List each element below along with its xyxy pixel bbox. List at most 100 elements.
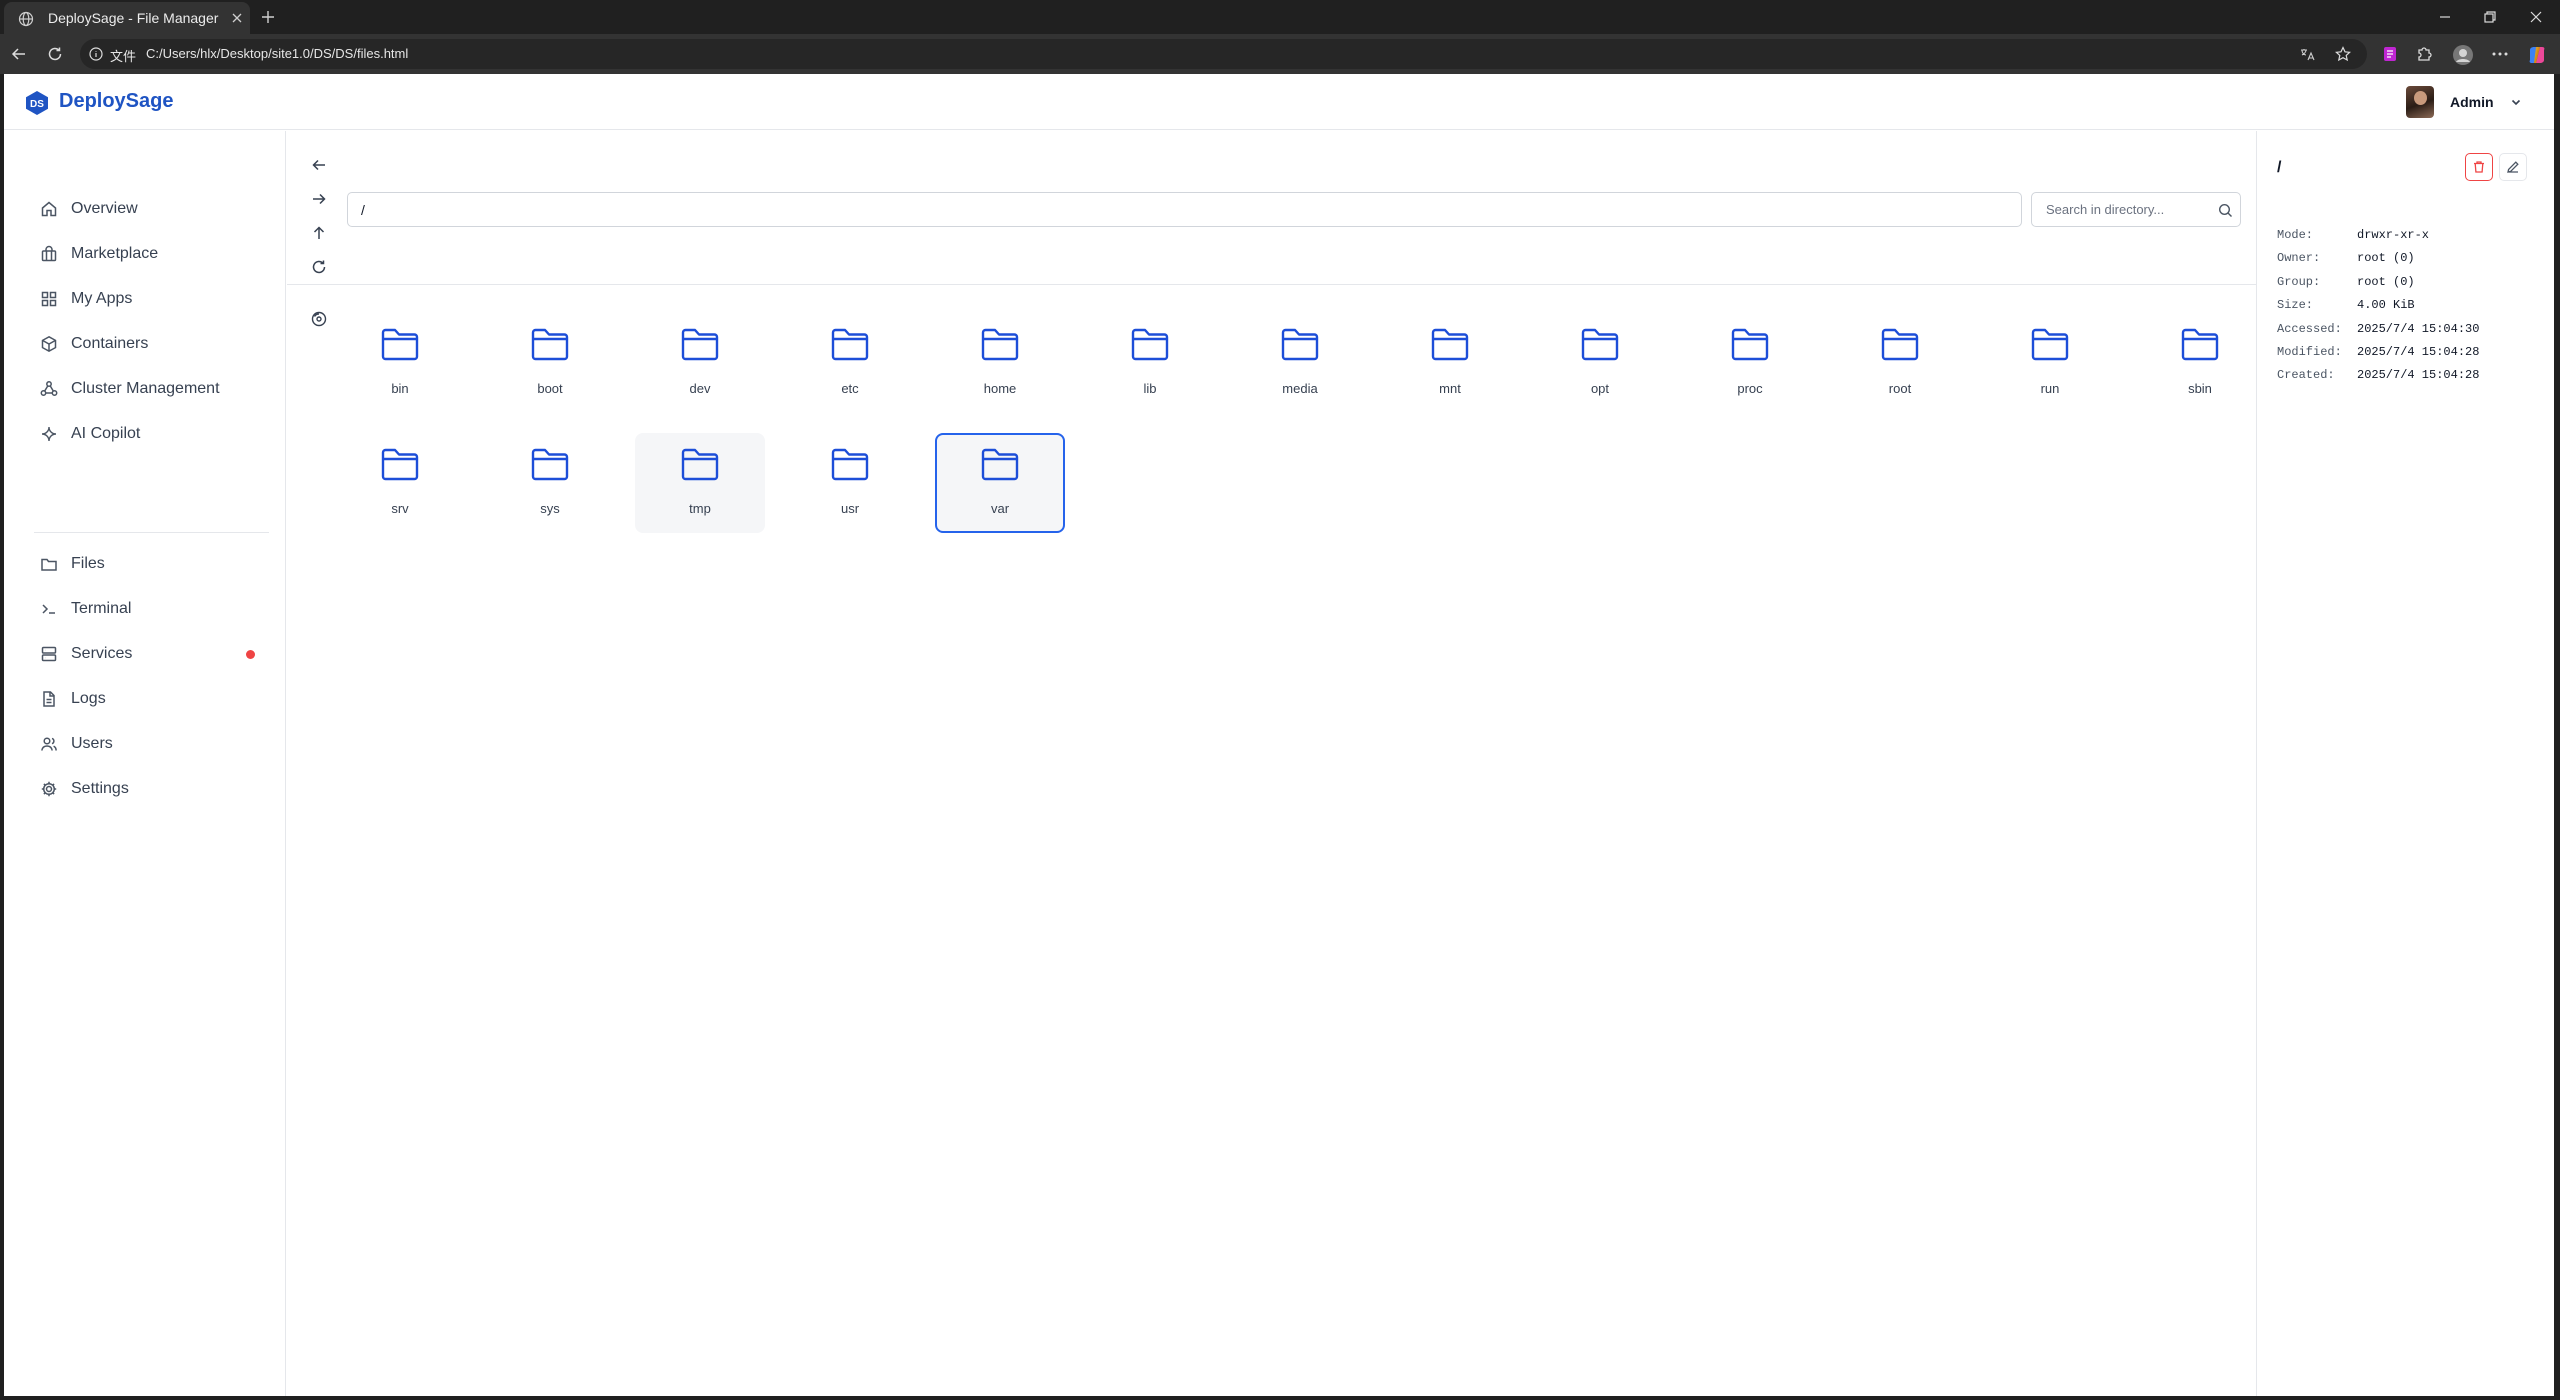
up-arrow-icon[interactable]: [311, 225, 327, 241]
url-text[interactable]: C:/Users/hlx/Desktop/site1.0/DS/DS/files…: [146, 46, 408, 61]
restore-icon[interactable]: [2480, 7, 2500, 27]
copilot-icon[interactable]: [2526, 44, 2548, 66]
folder-item-proc[interactable]: proc: [1685, 313, 1815, 413]
sidebar-item-label: Services: [71, 645, 133, 662]
sidebar-item-settings[interactable]: Settings: [34, 773, 269, 805]
folder-item-root[interactable]: root: [1835, 313, 1965, 413]
folder-item-sys[interactable]: sys: [485, 433, 615, 533]
folder-item-bin[interactable]: bin: [335, 313, 465, 413]
reload-icon[interactable]: [46, 45, 64, 63]
sidebar-item-services[interactable]: Services: [34, 638, 269, 670]
sidebar-item-cluster-management[interactable]: Cluster Management: [34, 373, 269, 405]
sidebar-item-files[interactable]: Files: [34, 548, 269, 580]
minimize-icon[interactable]: [2435, 7, 2455, 27]
folder-item-lib[interactable]: lib: [1085, 313, 1215, 413]
sidebar-item-containers[interactable]: Containers: [34, 328, 269, 360]
folder-item-media[interactable]: media: [1235, 313, 1365, 413]
folder-icon: [981, 327, 1019, 361]
forward-arrow-icon[interactable]: [311, 191, 327, 207]
folder-name: home: [983, 381, 1017, 396]
folder-icon: [1581, 327, 1619, 361]
close-tab-icon[interactable]: [230, 11, 244, 25]
sidebar-item-my-apps[interactable]: My Apps: [34, 283, 269, 315]
folder-item-boot[interactable]: boot: [485, 313, 615, 413]
address-bar[interactable]: 文件 C:/Users/hlx/Desktop/site1.0/DS/DS/fi…: [80, 39, 2367, 69]
property-key: Created:: [2277, 368, 2335, 383]
terminal-icon: [40, 600, 58, 618]
sidebar-item-label: Cluster Management: [71, 380, 220, 397]
browser-toolbar: 文件 C:/Users/hlx/Desktop/site1.0/DS/DS/fi…: [0, 34, 2560, 74]
close-window-icon[interactable]: [2526, 7, 2546, 27]
chevron-down-icon: [2510, 96, 2522, 108]
sidebar-divider: [34, 532, 269, 533]
logo-icon[interactable]: DS: [24, 90, 50, 116]
folder-item-tmp[interactable]: tmp: [635, 433, 765, 533]
services-alert-dot: [246, 650, 255, 659]
favorite-star-icon[interactable]: [2335, 46, 2351, 62]
sidebar-item-logs[interactable]: Logs: [34, 683, 269, 715]
svg-text:DS: DS: [30, 99, 44, 110]
translate-icon[interactable]: [2299, 46, 2315, 62]
folder-icon: [40, 555, 58, 573]
folder-item-var[interactable]: var: [935, 433, 1065, 533]
sidebar-item-label: Logs: [71, 690, 106, 707]
sidebar-item-ai-copilot[interactable]: AI Copilot: [34, 418, 269, 450]
refresh-icon[interactable]: [311, 259, 327, 275]
file-manager: bin boot dev etc home lib media mnt opt proc root r…: [287, 131, 2256, 1396]
app-header: DS DeploySage Admin: [4, 74, 2554, 130]
extensions-puzzle-icon[interactable]: [2414, 44, 2434, 64]
more-menu-icon[interactable]: [2490, 44, 2510, 64]
sidebar-item-overview[interactable]: Overview: [34, 193, 269, 225]
folder-item-usr[interactable]: usr: [785, 433, 915, 533]
sidebar-item-users[interactable]: Users: [34, 728, 269, 760]
property-key: Group:: [2277, 274, 2321, 289]
server-icon: [40, 645, 58, 663]
folder-name: sys: [540, 501, 560, 516]
folder-item-opt[interactable]: opt: [1535, 313, 1665, 413]
path-input[interactable]: [347, 192, 2022, 227]
folder-icon: [1281, 327, 1319, 361]
search-icon[interactable]: [2218, 203, 2233, 218]
back-icon[interactable]: [10, 45, 28, 63]
folder-icon: [831, 447, 869, 481]
folder-name: run: [2040, 381, 2060, 396]
browser-tab[interactable]: DeploySage - File Manager: [4, 2, 250, 34]
sidebar-item-label: My Apps: [71, 290, 133, 307]
back-arrow-icon[interactable]: [311, 157, 327, 173]
brand-name[interactable]: DeploySage: [59, 90, 173, 113]
folder-item-dev[interactable]: dev: [635, 313, 765, 413]
browser-tab-bar: DeploySage - File Manager: [0, 0, 2560, 34]
tab-title: DeploySage - File Manager: [48, 10, 219, 26]
globe-icon: [18, 11, 34, 27]
folder-icon: [1881, 327, 1919, 361]
page-viewport: DS DeploySage Admin Overview Marketplace…: [4, 74, 2554, 1396]
folder-item-sbin[interactable]: sbin: [2135, 313, 2265, 413]
sidebar-item-marketplace[interactable]: Marketplace: [34, 238, 269, 270]
rename-button[interactable]: [2499, 153, 2527, 181]
delete-button[interactable]: [2465, 153, 2493, 181]
folder-item-mnt[interactable]: mnt: [1385, 313, 1515, 413]
folder-icon: [531, 447, 569, 481]
sidebar-item-label: Containers: [71, 335, 149, 352]
disk-icon[interactable]: [311, 311, 327, 327]
sidebar-item-label: Users: [71, 735, 113, 752]
profile-avatar-icon[interactable]: [2452, 44, 2474, 66]
folder-item-etc[interactable]: etc: [785, 313, 915, 413]
folder-item-home[interactable]: home: [935, 313, 1065, 413]
extension-icon[interactable]: [2380, 44, 2400, 64]
info-icon[interactable]: [89, 47, 103, 61]
user-menu[interactable]: Admin: [2406, 86, 2530, 118]
sidebar-item-label: Overview: [71, 200, 138, 217]
property-value: 2025/7/4 15:04:30: [2357, 321, 2480, 336]
folder-name: srv: [391, 501, 409, 516]
folder-icon: [681, 327, 719, 361]
folder-name: media: [1282, 381, 1318, 396]
sidebar-item-terminal[interactable]: Terminal: [34, 593, 269, 625]
folder-name: sbin: [2188, 381, 2212, 396]
new-tab-icon[interactable]: [258, 7, 278, 27]
folder-item-srv[interactable]: srv: [335, 433, 465, 533]
directory-search[interactable]: [2031, 192, 2241, 227]
property-value: 2025/7/4 15:04:28: [2357, 344, 2480, 359]
search-input[interactable]: [2032, 193, 2212, 226]
folder-item-run[interactable]: run: [1985, 313, 2115, 413]
